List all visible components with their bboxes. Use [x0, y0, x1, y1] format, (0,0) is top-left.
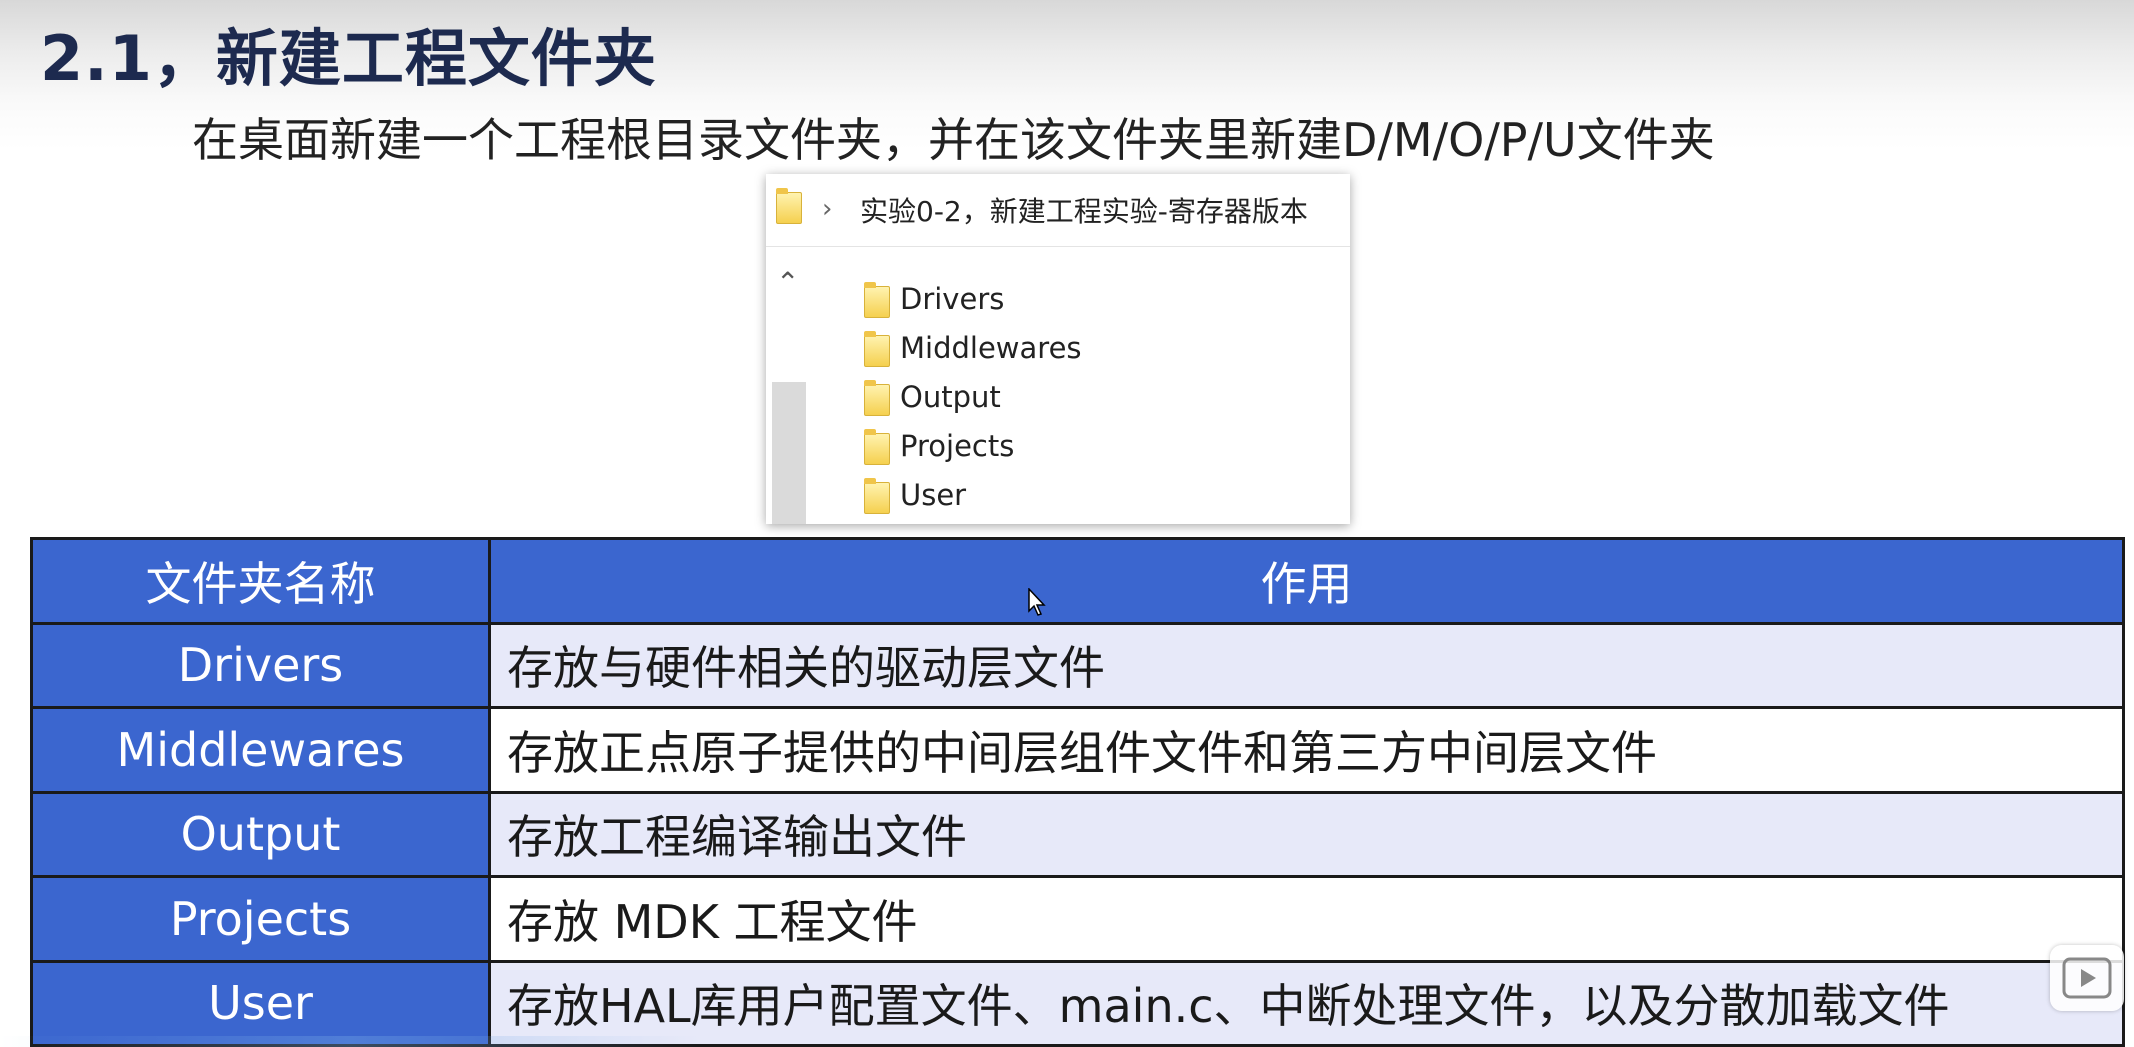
slide-subtitle: 在桌面新建一个工程根目录文件夹，并在该文件夹里新建D/M/O/P/U文件夹 — [192, 113, 1715, 167]
header-folder-name: 文件夹名称 — [30, 537, 491, 625]
chevron-right-icon[interactable]: › — [822, 194, 832, 224]
folder-name-cell: Output — [30, 790, 491, 878]
folder-icon — [864, 282, 890, 318]
folder-icon — [864, 478, 890, 514]
address-path[interactable]: 实验0-2，新建工程实验-寄存器版本 — [860, 190, 1308, 230]
purpose-cell: 存放正点原子提供的中间层组件文件和第三方中间层文件 — [488, 706, 2125, 794]
folder-label: Middlewares — [900, 331, 1082, 365]
folder-icon — [864, 380, 890, 416]
folder-label: Projects — [900, 429, 1015, 463]
header-purpose: 作用 — [488, 537, 2125, 625]
purpose-cell: 存放工程编译输出文件 — [488, 790, 2125, 878]
folder-label: Output — [900, 380, 1001, 414]
purpose-cell: 存放 MDK 工程文件 — [488, 875, 2125, 963]
table-row: Projects 存放 MDK 工程文件 — [30, 875, 2125, 963]
bottom-decoration — [0, 1036, 700, 1047]
folder-icon — [776, 188, 802, 224]
address-bar[interactable]: › 实验0-2，新建工程实验-寄存器版本 — [766, 174, 1350, 247]
purpose-cell: 存放HAL库用户配置文件、main.c、中断处理文件，以及分散加载文件 — [488, 959, 2125, 1047]
table-row: User 存放HAL库用户配置文件、main.c、中断处理文件，以及分散加载文件 — [30, 959, 2125, 1047]
table-header-row: 文件夹名称 作用 — [30, 537, 2125, 625]
folder-label: User — [900, 478, 967, 512]
folder-icon — [864, 429, 890, 465]
folder-name-cell: User — [30, 959, 491, 1047]
table-row: Drivers 存放与硬件相关的驱动层文件 — [30, 621, 2125, 709]
mouse-cursor-icon — [1028, 588, 1046, 616]
chevron-up-icon[interactable]: ⌃ — [776, 266, 799, 299]
table-row: Output 存放工程编译输出文件 — [30, 790, 2125, 878]
folder-label: Drivers — [900, 282, 1005, 316]
folder-name-cell: Drivers — [30, 621, 491, 709]
purpose-cell: 存放与硬件相关的驱动层文件 — [488, 621, 2125, 709]
folder-table: 文件夹名称 作用 Drivers 存放与硬件相关的驱动层文件 Middlewar… — [30, 537, 2125, 1047]
folder-name-cell: Middlewares — [30, 706, 491, 794]
file-explorer-window: › 实验0-2，新建工程实验-寄存器版本 ⌃ Drivers Middlewar… — [766, 174, 1350, 524]
scrollbar[interactable] — [772, 382, 806, 524]
play-button[interactable] — [2050, 945, 2124, 1011]
table-row: Middlewares 存放正点原子提供的中间层组件文件和第三方中间层文件 — [30, 706, 2125, 794]
slide-title: 2.1，新建工程文件夹 — [40, 22, 657, 95]
folder-name-cell: Projects — [30, 875, 491, 963]
play-icon — [2062, 957, 2112, 999]
folder-icon — [864, 331, 890, 367]
